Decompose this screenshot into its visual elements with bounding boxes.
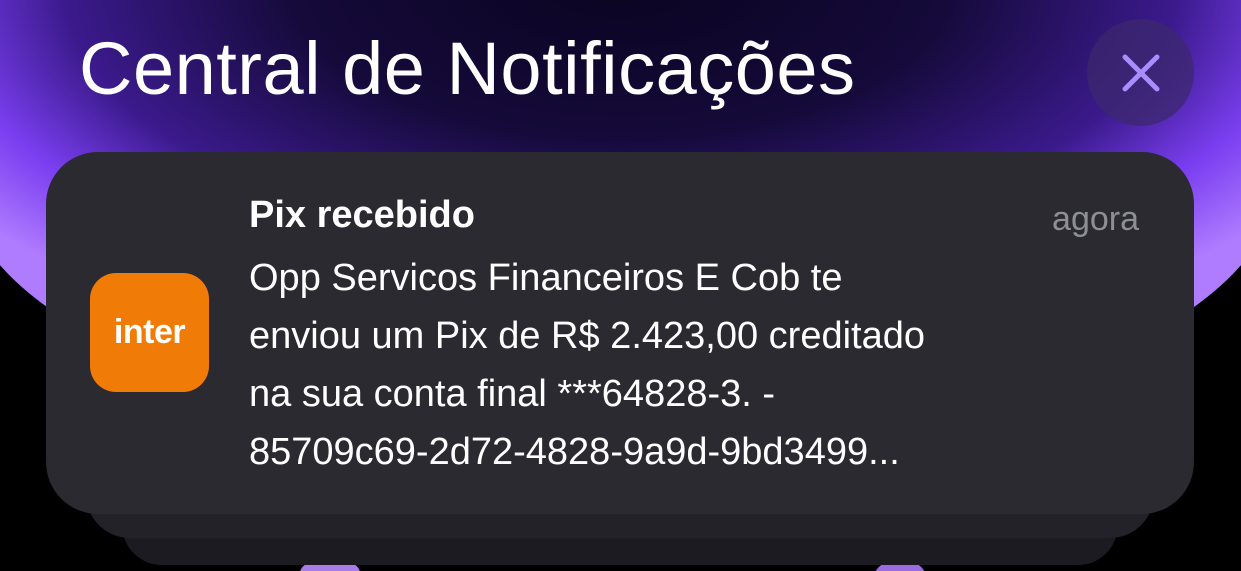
notification-card[interactable]: inter Pix recebido agora Opp Servicos Fi… bbox=[46, 152, 1194, 514]
notification-time: agora bbox=[1052, 200, 1139, 238]
close-button[interactable] bbox=[1087, 19, 1194, 126]
page-title: Central de Notificações bbox=[79, 27, 856, 110]
notification-body: Opp Servicos Financeiros E Cob te enviou… bbox=[249, 257, 925, 473]
notification-title: Pix recebido bbox=[249, 194, 475, 236]
notification-center-screen: Central de Notificações inter Pix recebi… bbox=[0, 0, 1241, 571]
inter-app-icon: inter bbox=[90, 273, 209, 392]
close-icon bbox=[1122, 54, 1159, 91]
